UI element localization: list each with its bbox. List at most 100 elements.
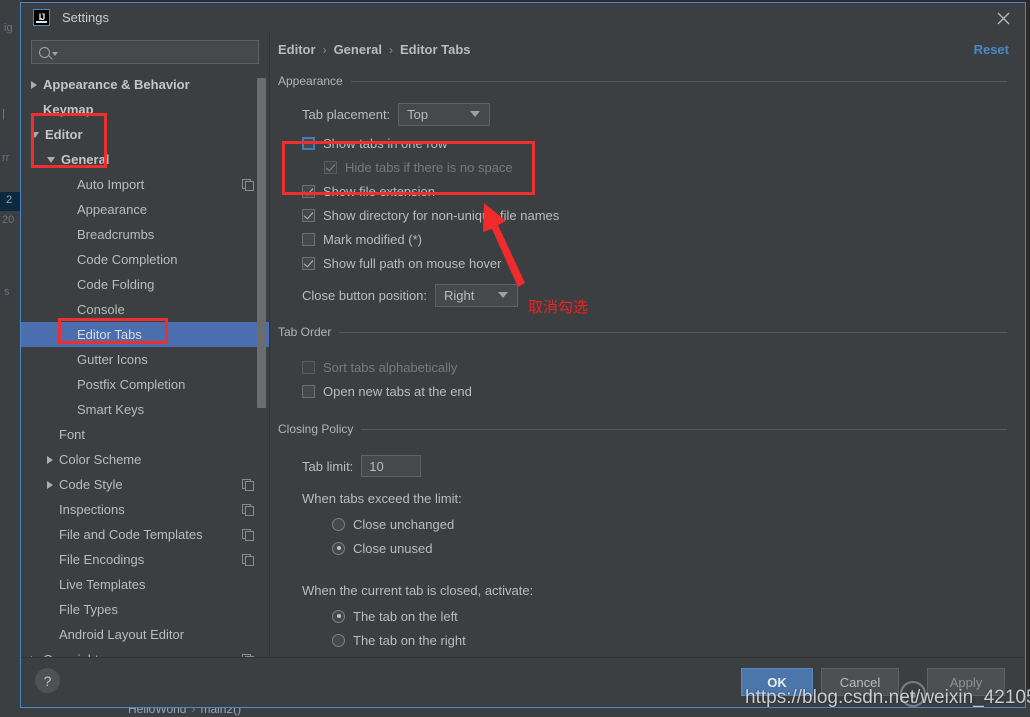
sidebar-item-breadcrumbs[interactable]: Breadcrumbs (21, 222, 269, 247)
checkbox-label: Show directory for non-unique file names (323, 207, 560, 223)
search-box[interactable] (31, 40, 259, 64)
sidebar-item-postfix-completion[interactable]: Postfix Completion (21, 372, 269, 397)
radio-row[interactable]: The tab on the right (332, 628, 1025, 652)
chevron-down-icon[interactable] (31, 131, 39, 138)
sidebar-item-inspections[interactable]: Inspections (21, 497, 269, 522)
checkbox-open-new-tabs-at-the-end[interactable] (302, 384, 315, 398)
checkbox-show-directory-for-non-unique-file-names[interactable] (302, 208, 315, 222)
checkbox-mark-modified[interactable] (302, 232, 315, 246)
sidebar-item-keymap[interactable]: Keymap (21, 97, 269, 122)
radio-label: Close unchanged (353, 516, 455, 532)
sidebar-item-auto-import[interactable]: Auto Import (21, 172, 269, 197)
chevron-right-icon[interactable] (31, 80, 37, 89)
settings-tree[interactable]: Appearance & Behavior Keymap Editor General… (21, 70, 269, 657)
checkbox-row[interactable]: Mark modified (*) (302, 227, 1025, 251)
checkbox-row[interactable]: Show file extension (302, 179, 1025, 203)
group-divider (350, 80, 1007, 82)
checkbox-hide-tabs-if-there-is-no-space[interactable] (324, 160, 337, 174)
tab-limit-input[interactable]: 10 (361, 455, 422, 477)
group-title-appearance: Appearance (278, 74, 343, 88)
checkbox-row[interactable]: Show full path on mouse hover (302, 251, 1025, 275)
copy-settings-icon[interactable] (242, 179, 254, 191)
checkbox-label: Sort tabs alphabetically (323, 359, 458, 375)
sidebar-item-font[interactable]: Font (21, 422, 269, 447)
sidebar-item-label: Console (77, 302, 125, 317)
group-header-closing-policy: Closing Policy (278, 420, 1007, 438)
chevron-down-icon[interactable] (47, 156, 55, 163)
close-button-position-select[interactable]: Right (435, 283, 519, 307)
sidebar-item-console[interactable]: Console (21, 297, 269, 322)
checkbox-show-file-extension[interactable] (302, 184, 315, 198)
ide-bg-text-rr: rr (2, 152, 10, 164)
radio-close-unchanged[interactable] (332, 517, 345, 531)
checkbox-label: Open new tabs at the end (323, 383, 472, 399)
appearance-fields: Tab placement: Top Show tabs in one row H… (270, 90, 1025, 307)
group-header-appearance: Appearance (278, 72, 1007, 90)
radio-row[interactable]: Close unused (332, 536, 1025, 560)
watermark-url: https://blog.csdn.net/weixin_42105893 (745, 687, 1030, 708)
sidebar-item-label: Code Completion (77, 252, 178, 267)
sidebar-item-general[interactable]: General (21, 147, 269, 172)
sidebar-item-code-style[interactable]: Code Style (21, 472, 269, 497)
checkbox-row[interactable]: Hide tabs if there is no space (302, 155, 1025, 179)
copy-settings-icon[interactable] (242, 479, 254, 491)
breadcrumb-separator-icon: › (322, 42, 327, 57)
checkbox-show-full-path-on-mouse-hover[interactable] (302, 256, 315, 270)
copy-settings-icon[interactable] (242, 504, 254, 516)
search-input[interactable] (58, 45, 258, 59)
checkbox-show-tabs-in-one-row[interactable] (302, 136, 315, 150)
sidebar-scrollbar-track[interactable] (257, 70, 266, 657)
sidebar-item-live-templates[interactable]: Live Templates (21, 572, 269, 597)
sidebar-item-editor[interactable]: Editor (21, 122, 269, 147)
copy-settings-icon[interactable] (242, 554, 254, 566)
chevron-right-icon[interactable] (47, 480, 53, 489)
dialog-body: Appearance & Behavior Keymap Editor General… (21, 32, 1025, 657)
sidebar-item-appearance-behavior[interactable]: Appearance & Behavior (21, 72, 269, 97)
chevron-right-icon[interactable] (47, 455, 53, 464)
close-button-position-value: Right (444, 287, 475, 303)
reset-link[interactable]: Reset (974, 42, 1009, 57)
checkbox-row[interactable]: Sort tabs alphabetically (302, 355, 1025, 379)
radio-row[interactable]: Close unchanged (332, 512, 1025, 536)
sidebar-item-appearance[interactable]: Appearance (21, 197, 269, 222)
sidebar-item-file-and-code-templates[interactable]: File and Code Templates (21, 522, 269, 547)
sidebar-scrollbar-thumb[interactable] (257, 78, 266, 408)
exceed-limit-radio-group: Close unchanged Close unused (302, 512, 1025, 560)
sidebar-item-android-layout-editor[interactable]: Android Layout Editor (21, 622, 269, 647)
sidebar-item-file-types[interactable]: File Types (21, 597, 269, 622)
sidebar-item-smart-keys[interactable]: Smart Keys (21, 397, 269, 422)
sidebar-item-code-folding[interactable]: Code Folding (21, 272, 269, 297)
sidebar-item-label: Live Templates (59, 577, 146, 592)
close-icon[interactable] (993, 8, 1013, 28)
checkbox-sort-tabs-alphabetically[interactable] (302, 360, 315, 374)
breadcrumb-item-general[interactable]: General (334, 42, 382, 57)
checkbox-row[interactable]: Open new tabs at the end (302, 379, 1025, 403)
radio-the-tab-on-the-left[interactable] (332, 609, 345, 623)
breadcrumb-separator-icon: › (388, 42, 393, 57)
sidebar-item-label: File Types (59, 602, 119, 617)
radio-the-tab-on-the-right[interactable] (332, 633, 345, 647)
help-button[interactable]: ? (35, 668, 60, 693)
tab-placement-select[interactable]: Top (398, 102, 491, 126)
sidebar-item-label: Code Style (59, 477, 123, 492)
sidebar-item-label: File Encodings (59, 552, 145, 567)
radio-row[interactable]: The tab on the left (332, 604, 1025, 628)
ide-bg-line-20: 20 (2, 214, 15, 226)
close-button-position-row: Close button position: Right (302, 283, 1025, 307)
sidebar-item-label: Inspections (59, 502, 125, 517)
checkbox-row[interactable]: Show tabs in one row (302, 131, 1025, 155)
breadcrumb-item-editor[interactable]: Editor (278, 42, 316, 57)
sidebar-item-file-encodings[interactable]: File Encodings (21, 547, 269, 572)
breadcrumb-item-editor-tabs: Editor Tabs (399, 42, 471, 57)
sidebar-item-gutter-icons[interactable]: Gutter Icons (21, 347, 269, 372)
sidebar-item-color-scheme[interactable]: Color Scheme (21, 447, 269, 472)
dialog-titlebar: IJ Settings (21, 3, 1025, 32)
activate-tab-radio-group: The tab on the left The tab on the right (302, 604, 1025, 652)
radio-close-unused[interactable] (332, 541, 345, 555)
tab-limit-row: Tab limit: 10 (302, 454, 1025, 478)
copy-settings-icon[interactable] (242, 529, 254, 541)
sidebar-item-editor-tabs[interactable]: Editor Tabs (21, 322, 269, 347)
checkbox-row[interactable]: Show directory for non-unique file names (302, 203, 1025, 227)
sidebar-item-code-completion[interactable]: Code Completion (21, 247, 269, 272)
sidebar-item-copyright[interactable]: Copyright (21, 647, 269, 657)
